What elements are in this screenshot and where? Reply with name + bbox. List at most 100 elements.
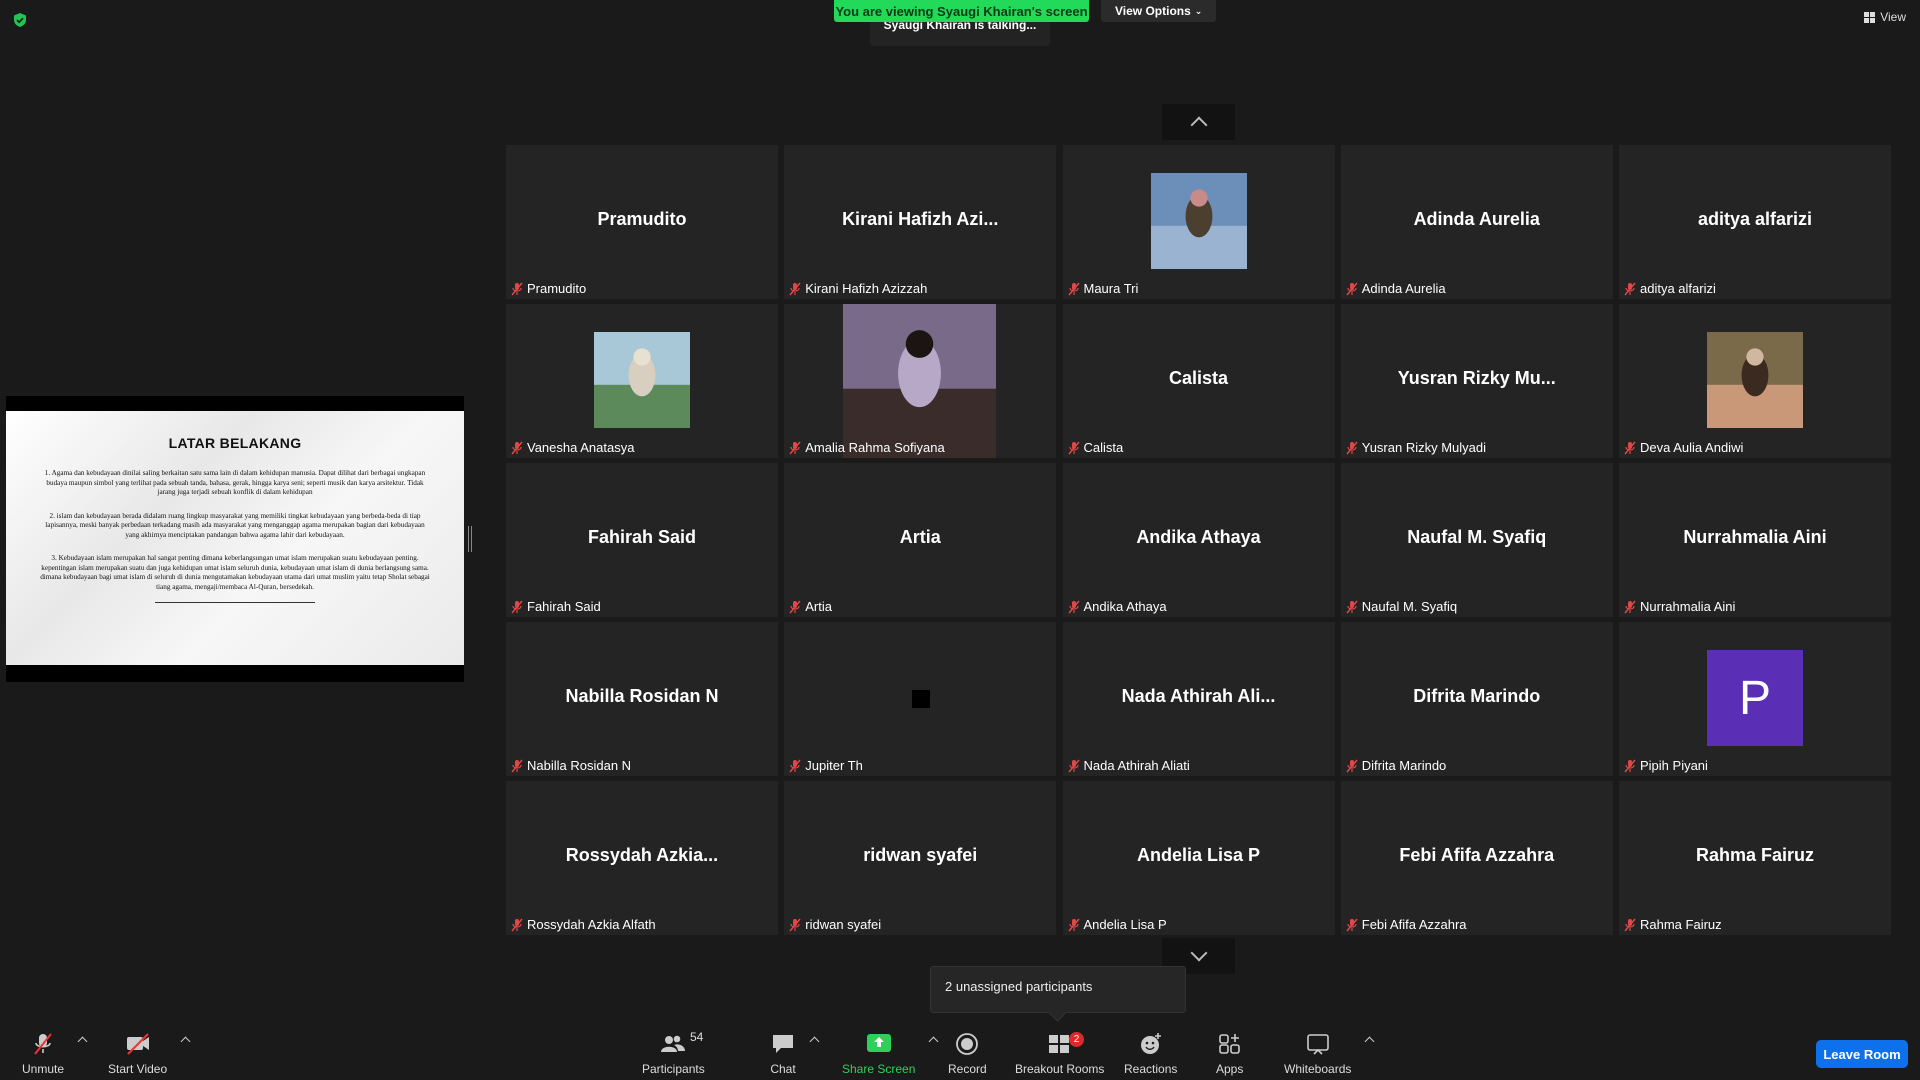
muted-mic-icon [1067, 282, 1080, 295]
participant-tile[interactable]: Rossydah Azkia... Rossydah Azkia Alfath [506, 781, 778, 935]
participant-name: Artia [805, 599, 832, 614]
participant-tile[interactable]: Artia Artia [784, 463, 1057, 617]
participant-name-label: Pipih Piyani [1623, 757, 1708, 774]
participant-name: Rahma Fairuz [1640, 917, 1722, 932]
participant-tile[interactable]: ridwan syafei ridwan syafei [784, 781, 1057, 935]
participant-tile[interactable]: Calista Calista [1062, 304, 1335, 458]
whiteboards-button[interactable]: Whiteboards [1284, 1032, 1375, 1076]
participant-tile[interactable]: Vanesha Anatasya [506, 304, 778, 458]
grid-view-icon [1864, 11, 1876, 23]
participant-display-name: Pramudito [597, 209, 687, 229]
participant-name-label: Nabilla Rosidan N [510, 757, 631, 774]
participant-name: Yusran Rizky Mulyadi [1361, 440, 1487, 455]
participant-name-label: Fahirah Said [510, 598, 601, 615]
muted-mic-icon [511, 918, 523, 931]
participant-placeholder-square [912, 690, 931, 708]
participant-display-name: Kirani Hafizh Azi... [842, 209, 999, 229]
muted-mic-icon [511, 600, 523, 613]
participant-tile[interactable]: Adinda Aurelia Adinda Aurelia [1340, 145, 1613, 299]
participant-tile[interactable]: Andika Athaya Andika Athaya [1062, 463, 1335, 617]
participant-display-name: Adinda Aurelia [1413, 209, 1540, 229]
muted-mic-icon [34, 1033, 52, 1055]
unassigned-participants-tooltip[interactable]: 2 unassigned participants [930, 966, 1186, 1013]
muted-mic-icon [511, 441, 523, 454]
muted-mic-icon [1346, 918, 1358, 931]
view-button[interactable]: View [1864, 10, 1906, 24]
participant-name: Amalia Rahma Sofiyana [805, 440, 945, 455]
participant-tile[interactable]: Febi Afifa Azzahra Febi Afifa Azzahra [1340, 781, 1613, 935]
participant-name-label: Pramudito [510, 280, 586, 297]
muted-mic-icon [1067, 441, 1080, 454]
participant-name: Maura Tri [1083, 281, 1139, 296]
reactions-button[interactable]: Reactions [1124, 1032, 1177, 1076]
participant-name: Fahirah Said [527, 599, 601, 614]
participant-tile[interactable]: Nada Athirah Ali... Nada Athirah Aliati [1062, 622, 1335, 776]
encryption-shield-icon[interactable] [12, 12, 28, 28]
share-screen-button[interactable]: Share Screen [842, 1032, 939, 1076]
participant-name: Kirani Hafizh Azizzah [805, 281, 928, 296]
participant-photo [1707, 332, 1803, 428]
muted-mic-icon [1624, 282, 1636, 295]
slide-paragraph-3: 3. Kebudayaan islam merupakan hal sangat… [40, 554, 430, 591]
whiteboard-icon [1306, 1034, 1329, 1055]
participant-tile[interactable]: Nurrahmalia Aini Nurrahmalia Aini [1619, 463, 1891, 617]
muted-mic-icon [1624, 759, 1636, 772]
participant-tile[interactable]: Rahma Fairuz Rahma Fairuz [1619, 781, 1891, 935]
muted-mic-icon [789, 282, 801, 295]
video-off-icon [126, 1033, 149, 1055]
audio-options-caret[interactable] [77, 1036, 88, 1047]
participant-tile[interactable]: Pramudito Pramudito [506, 145, 778, 299]
participant-display-name: Nabilla Rosidan N [565, 686, 719, 706]
participant-name: Adinda Aurelia [1361, 281, 1446, 296]
start-video-button[interactable]: Start Video [108, 1032, 191, 1076]
participant-name-label: Nada Athirah Aliati [1067, 757, 1190, 774]
participant-tile[interactable]: Jupiter Th [784, 622, 1057, 776]
participant-tile[interactable]: Difrita Marindo Difrita Marindo [1340, 622, 1613, 776]
participant-tile[interactable]: Deva Aulia Andiwi [1619, 304, 1891, 458]
apps-button[interactable]: Apps [1216, 1032, 1243, 1076]
shared-screen[interactable]: LATAR BELAKANG 1. Agama dan kebudayaan d… [6, 396, 464, 682]
participant-tile[interactable]: Amalia Rahma Sofiyana [784, 304, 1057, 458]
participant-tile[interactable]: Fahirah Said Fahirah Said [506, 463, 778, 617]
participant-tile[interactable]: Kirani Hafizh Azi... Kirani Hafizh Azizza… [784, 145, 1057, 299]
gallery-page-up-button[interactable] [1162, 104, 1235, 140]
split-resize-handle[interactable] [468, 526, 472, 552]
unmute-button[interactable]: Unmute [22, 1032, 88, 1076]
muted-mic-icon [1067, 918, 1080, 931]
participant-display-name: Nada Athirah Ali... [1121, 686, 1276, 706]
whiteboards-options-caret[interactable] [1364, 1036, 1375, 1047]
participant-display-name: Artia [899, 527, 941, 547]
participant-name: Jupiter Th [805, 758, 863, 773]
participant-display-name: Fahirah Said [587, 527, 697, 547]
participant-tile[interactable]: aditya alfarizi aditya alfarizi [1619, 145, 1891, 299]
chevron-down-icon: ⌄ [1194, 5, 1203, 16]
participant-name: Naufal M. Syafiq [1361, 599, 1458, 614]
participants-label: Participants [642, 1062, 705, 1076]
participant-tile[interactable]: P Pipih Piyani [1619, 622, 1891, 776]
participant-name-label: Rahma Fairuz [1623, 916, 1722, 933]
participant-tile[interactable]: Nabilla Rosidan N Nabilla Rosidan N [506, 622, 778, 776]
breakout-rooms-button[interactable]: 2 Breakout Rooms [1015, 1032, 1104, 1076]
participant-name-label: Jupiter Th [788, 757, 863, 774]
participant-tile[interactable]: Naufal M. Syafiq Naufal M. Syafiq [1340, 463, 1613, 617]
participants-count: 54 [690, 1030, 704, 1044]
view-options-button[interactable]: View Options ⌄ [1101, 0, 1217, 22]
participant-name-label: Artia [788, 598, 832, 615]
muted-mic-icon [1346, 759, 1358, 772]
chat-options-caret[interactable] [809, 1036, 820, 1047]
meeting-toolbar: Unmute Start Video 54 Participants Chat … [0, 1022, 1920, 1080]
participant-name-label: Kirani Hafizh Azizzah [788, 280, 927, 297]
participant-name-label: Andelia Lisa P [1067, 916, 1167, 933]
participant-tile[interactable]: Maura Tri [1062, 145, 1335, 299]
leave-room-button[interactable]: Leave Room [1816, 1040, 1908, 1068]
chat-button[interactable]: Chat [770, 1032, 820, 1076]
participant-tile[interactable]: Andelia Lisa P Andelia Lisa P [1062, 781, 1335, 935]
video-options-caret[interactable] [180, 1036, 191, 1047]
share-options-caret[interactable] [928, 1036, 939, 1047]
record-button[interactable]: Record [948, 1032, 987, 1076]
participant-name: Nurrahmalia Aini [1640, 599, 1736, 614]
apps-label: Apps [1216, 1062, 1244, 1076]
participant-tile[interactable]: Yusran Rizky Mu... Yusran Rizky Mulyadi [1340, 304, 1613, 458]
participants-button[interactable]: 54 Participants [642, 1030, 705, 1076]
breakout-rooms-label: Breakout Rooms [1015, 1062, 1105, 1076]
